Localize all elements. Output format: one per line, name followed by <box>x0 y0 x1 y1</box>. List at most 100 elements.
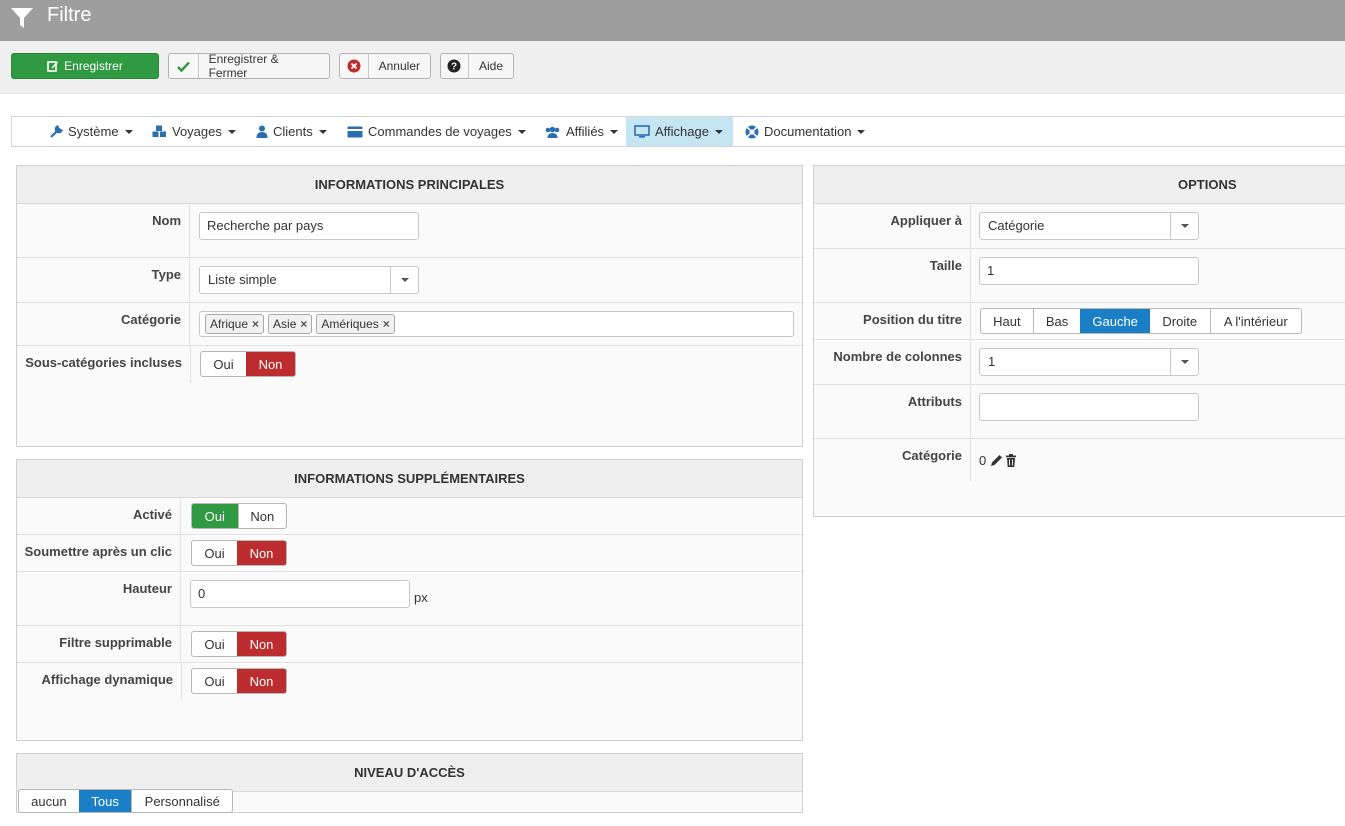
menu-item-commandes[interactable]: Commandes de voyages <box>339 117 534 146</box>
active-no[interactable]: Non <box>237 504 286 528</box>
removable-row: Filtre supprimable Oui Non <box>17 626 802 663</box>
dynamic-toggle[interactable]: Oui Non <box>191 668 287 694</box>
size-input[interactable]: 1 <box>979 257 1199 285</box>
title-pos-droite[interactable]: Droite <box>1150 309 1210 333</box>
access-level-group[interactable]: aucun Tous Personnalisé <box>18 789 233 813</box>
page-header: Filtre <box>0 0 1345 41</box>
category-tag: Asie × <box>268 314 313 334</box>
menu-item-documentation[interactable]: Documentation <box>737 117 873 146</box>
menu-item-voyages[interactable]: Voyages <box>144 117 244 146</box>
title-pos-group[interactable]: Haut Bas Gauche Droite A l'intérieur <box>980 308 1302 334</box>
remove-tag-icon[interactable]: × <box>383 317 390 331</box>
main-info-title: INFORMATIONS PRINCIPALES <box>17 166 802 204</box>
category-label: Catégorie <box>17 303 190 345</box>
submit-toggle[interactable]: Oui Non <box>191 540 287 566</box>
chevron-down-icon <box>390 267 418 293</box>
title-pos-gauche[interactable]: Gauche <box>1080 309 1150 333</box>
title-pos-bas[interactable]: Bas <box>1032 309 1081 333</box>
apply-select[interactable]: Catégorie <box>979 212 1199 240</box>
lifebuoy-icon <box>745 125 759 139</box>
toolbar: Enregistrer Enregistrer & Fermer Annuler… <box>0 41 1345 94</box>
removable-yes[interactable]: Oui <box>192 632 237 656</box>
title-pos-haut[interactable]: Haut <box>981 309 1033 333</box>
remove-tag-icon[interactable]: × <box>252 317 259 331</box>
name-label: Nom <box>17 204 190 257</box>
dynamic-no[interactable]: Non <box>237 669 286 693</box>
subcat-no[interactable]: Non <box>246 352 295 376</box>
active-label: Activé <box>17 498 181 534</box>
access-option-custom[interactable]: Personnalisé <box>131 790 232 812</box>
menu-item-clients[interactable]: Clients <box>248 117 335 146</box>
access-panel: NIVEAU D'ACCÈS aucun Tous Personnalisé <box>16 753 803 813</box>
removable-label: Filtre supprimable <box>17 626 181 662</box>
chevron-down-icon <box>1170 213 1198 239</box>
filter-icon <box>11 8 33 28</box>
active-row: Activé Oui Non <box>17 498 802 535</box>
columns-select[interactable]: 1 <box>979 348 1199 376</box>
main-info-panel: INFORMATIONS PRINCIPALES Nom Recherche p… <box>16 165 803 447</box>
option-category-label: Catégorie <box>814 439 971 481</box>
remove-tag-icon[interactable]: × <box>300 317 307 331</box>
name-row: Nom Recherche par pays <box>17 204 802 258</box>
access-option-all[interactable]: Tous <box>78 790 132 812</box>
attributes-label: Attributs <box>814 385 971 438</box>
title-pos-interieur[interactable]: A l'intérieur <box>1209 309 1301 333</box>
dynamic-yes[interactable]: Oui <box>192 669 237 693</box>
chevron-down-icon <box>1170 349 1198 375</box>
type-label: Type <box>17 258 190 302</box>
save-close-button[interactable]: Enregistrer & Fermer <box>168 52 330 80</box>
attributes-input[interactable] <box>979 393 1199 421</box>
save-button[interactable]: Enregistrer <box>11 53 159 79</box>
monitor-icon <box>634 125 650 138</box>
height-label: Hauteur <box>17 572 181 625</box>
category-tag: Afrique × <box>205 314 265 334</box>
menu-item-systeme[interactable]: Système <box>41 117 141 146</box>
help-button[interactable]: ? Aide <box>440 53 514 79</box>
submit-yes[interactable]: Oui <box>192 541 237 565</box>
menu-item-affilies[interactable]: Affiliés <box>536 117 626 146</box>
height-unit: px <box>414 590 428 605</box>
submit-row: Soumettre après un clic Oui Non <box>17 535 802 572</box>
name-input[interactable]: Recherche par pays <box>199 212 419 240</box>
question-circle-icon: ? <box>441 54 469 78</box>
options-title: OPTIONS <box>814 166 1345 204</box>
height-input[interactable]: 0 <box>190 580 410 608</box>
cancel-button[interactable]: Annuler <box>339 53 431 79</box>
check-icon <box>169 54 199 78</box>
category-tag: Amériques × <box>316 314 395 334</box>
svg-text:?: ? <box>451 62 457 73</box>
apply-label: Appliquer à <box>814 204 971 248</box>
submit-label: Soumettre après un clic <box>17 535 181 571</box>
category-tags-input[interactable]: Afrique × Asie × Amériques × <box>199 311 794 337</box>
title-pos-label: Position du titre <box>814 303 971 339</box>
subcat-row: Sous-catégories incluses <box>17 346 191 383</box>
extra-info-panel: INFORMATIONS SUPPLÉMENTAIRES Activé Oui … <box>16 459 803 741</box>
columns-row: Nombre de colonnes 1 <box>814 340 1345 385</box>
removable-toggle[interactable]: Oui Non <box>191 631 287 657</box>
submit-no[interactable]: Non <box>237 541 286 565</box>
type-row: Type Liste simple <box>17 258 802 303</box>
menu-item-affichage[interactable]: Affichage <box>626 117 733 146</box>
option-category-value-wrap: 0 <box>979 453 1017 468</box>
wrench-icon <box>49 124 63 139</box>
user-icon <box>256 125 268 138</box>
pencil-icon[interactable] <box>990 454 1003 467</box>
title-pos-row: Position du titre Haut Bas Gauche Droite… <box>814 303 1345 340</box>
option-category-row: Catégorie <box>814 439 971 481</box>
type-select[interactable]: Liste simple <box>199 266 419 294</box>
category-row: Catégorie Afrique × Asie × Amériques × <box>17 303 802 346</box>
height-row: Hauteur 0 px <box>17 572 802 626</box>
subcat-yes[interactable]: Oui <box>201 352 246 376</box>
active-yes[interactable]: Oui <box>192 504 238 528</box>
trash-icon[interactable] <box>1005 454 1017 467</box>
active-toggle[interactable]: Oui Non <box>191 503 287 529</box>
main-menu: Système Voyages Clients Commandes de voy… <box>11 116 1345 147</box>
users-icon <box>544 126 561 138</box>
subcat-toggle[interactable]: Oui Non <box>200 351 296 377</box>
options-panel: OPTIONS Appliquer à Catégorie Taille 1 P… <box>813 165 1345 517</box>
access-option-none[interactable]: aucun <box>19 790 79 812</box>
removable-no[interactable]: Non <box>237 632 286 656</box>
credit-card-icon <box>347 126 363 138</box>
apply-row: Appliquer à Catégorie <box>814 204 1345 249</box>
attributes-row: Attributs <box>814 385 1345 439</box>
